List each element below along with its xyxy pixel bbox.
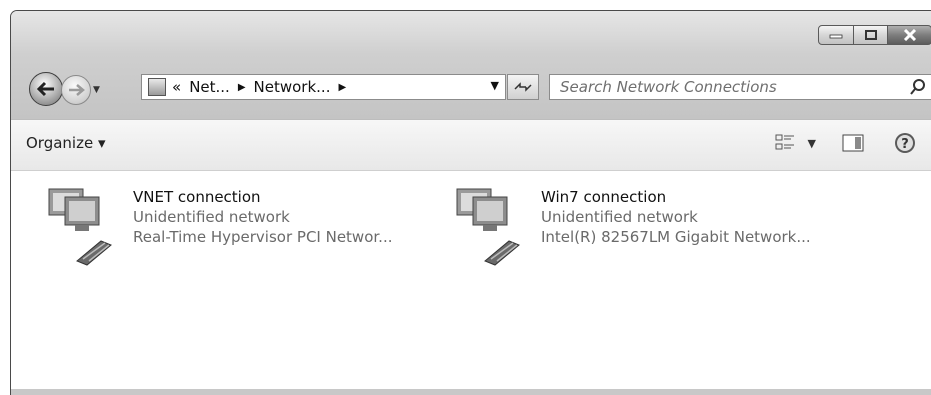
minimize-button[interactable]: [818, 25, 854, 45]
network-adapter-icon: [47, 185, 129, 267]
search-icon[interactable]: [909, 78, 927, 96]
breadcrumb-arrow-icon[interactable]: ▶: [338, 82, 346, 93]
recent-pages-dropdown[interactable]: ▼: [93, 85, 100, 95]
close-icon: [903, 29, 916, 41]
title-bar: ▼ « Net... ▶ Network... ▶ ▼ Search Netwo…: [11, 11, 931, 119]
back-button[interactable]: [29, 72, 63, 106]
back-arrow-icon: [36, 81, 54, 97]
connection-name: VNET connection: [133, 188, 261, 206]
caption-buttons: [818, 25, 931, 45]
refresh-icon: [514, 82, 532, 92]
search-box[interactable]: Search Network Connections: [549, 74, 931, 100]
preview-pane-icon[interactable]: [842, 134, 864, 152]
breadcrumb-network[interactable]: Network...: [254, 78, 331, 96]
svg-text:?: ?: [901, 137, 909, 152]
organize-menu[interactable]: Organize ▾: [26, 134, 106, 152]
list-item[interactable]: VNET connection Unidentified network Rea…: [47, 185, 392, 267]
connection-name: Win7 connection: [541, 188, 667, 206]
maximize-button[interactable]: [854, 25, 888, 45]
search-placeholder: Search Network Connections: [560, 78, 777, 96]
refresh-button[interactable]: [507, 74, 539, 100]
change-view-icon[interactable]: [774, 133, 796, 153]
network-adapter-icon: [455, 185, 537, 267]
connection-status: Unidentified network: [133, 208, 290, 226]
address-bar[interactable]: « Net... ▶ Network... ▶ ▼: [141, 74, 506, 100]
address-dropdown-icon[interactable]: ▼: [491, 79, 499, 92]
forward-button[interactable]: [61, 75, 91, 105]
status-strip: [11, 389, 931, 395]
maximize-icon: [864, 30, 877, 40]
breadcrumb-overflow[interactable]: «: [172, 78, 181, 96]
close-button[interactable]: [888, 25, 931, 45]
explorer-window: ▼ « Net... ▶ Network... ▶ ▼ Search Netwo…: [10, 10, 931, 395]
forward-arrow-icon: [69, 84, 85, 96]
view-controls: ▼ ?: [774, 132, 931, 154]
breadcrumb-arrow-icon[interactable]: ▶: [238, 82, 246, 93]
connections-list: VNET connection Unidentified network Rea…: [11, 171, 931, 391]
breadcrumb-net[interactable]: Net...: [189, 78, 230, 96]
help-icon[interactable]: ?: [894, 132, 916, 154]
list-item[interactable]: Win7 connection Unidentified network Int…: [455, 185, 811, 267]
minimize-icon: [829, 34, 843, 39]
network-folder-icon: [148, 78, 166, 96]
view-dropdown-icon[interactable]: ▼: [808, 137, 816, 150]
connection-device: Real-Time Hypervisor PCI Networ...: [133, 228, 393, 246]
connection-status: Unidentified network: [541, 208, 698, 226]
command-bar: Organize ▾ ▼ ?: [11, 119, 931, 171]
connection-device: Intel(R) 82567LM Gigabit Network...: [541, 228, 811, 246]
